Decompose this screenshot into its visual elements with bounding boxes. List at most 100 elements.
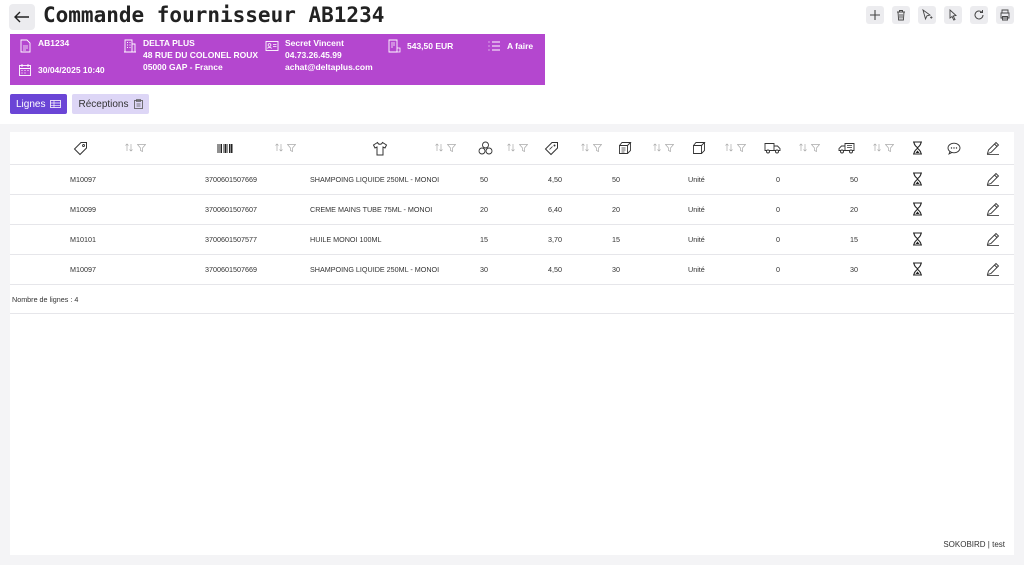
table-header-row	[10, 132, 1014, 165]
cell-unit: Unité	[688, 235, 705, 244]
table-row[interactable]: M10097 3700601507669 SHAMPOING LIQUIDE 250…	[10, 255, 1014, 285]
cell-barcode: 3700601507577	[205, 235, 257, 244]
col-remaining[interactable]	[824, 132, 898, 165]
cell-designation: SHAMPOING LIQUIDE 250ML - MONOI	[310, 175, 440, 184]
order-amount: 543,50 EUR	[407, 41, 454, 51]
sort-icon[interactable]	[581, 143, 589, 152]
col-comment	[936, 132, 972, 165]
cell-quantity: 20	[480, 205, 488, 214]
cell-remaining: 20	[850, 205, 858, 214]
filter-icon[interactable]	[447, 143, 456, 152]
cell-comment	[936, 225, 972, 255]
col-designation[interactable]	[300, 132, 460, 165]
cell-reference: M10099	[70, 205, 96, 214]
sort-icon[interactable]	[507, 143, 515, 152]
sort-filter-controls	[799, 143, 820, 152]
edit-icon[interactable]	[986, 262, 1000, 278]
supplier-city: 05000 GAP - France	[143, 62, 223, 72]
sort-filter-controls	[873, 143, 894, 152]
cell-quantity: 50	[480, 175, 488, 184]
sort-icon[interactable]	[435, 143, 443, 152]
col-reference[interactable]	[10, 132, 150, 165]
order-date: 30/04/2025 10:40	[38, 65, 105, 75]
col-quantity[interactable]	[460, 132, 532, 165]
table-row[interactable]: M10101 3700601507577 HUILE MONOI 100ML 15 3,…	[10, 225, 1014, 255]
supplier-name: DELTA PLUS	[143, 38, 195, 48]
sort-icon[interactable]	[725, 143, 733, 152]
cell-quantity: 30	[480, 265, 488, 274]
cell-unit: Unité	[688, 205, 705, 214]
cell-edit[interactable]	[972, 255, 1014, 285]
edit-icon[interactable]	[986, 202, 1000, 218]
cell-unit: Unité	[688, 175, 705, 184]
add-button[interactable]	[866, 6, 884, 24]
cell-reference: M10097	[70, 265, 96, 274]
col-barcode[interactable]	[150, 132, 300, 165]
calendar-icon	[19, 64, 31, 76]
sort-filter-controls	[125, 143, 146, 152]
cell-received: 0	[776, 265, 780, 274]
tab-lignes-label: Lignes	[16, 98, 46, 110]
select-button[interactable]	[918, 6, 936, 24]
cell-received: 0	[776, 175, 780, 184]
sort-icon[interactable]	[275, 143, 283, 152]
sort-filter-controls	[653, 143, 674, 152]
tab-receptions[interactable]: Réceptions	[72, 94, 149, 114]
pointer-button[interactable]	[944, 6, 962, 24]
col-ordered[interactable]	[606, 132, 678, 165]
sort-icon[interactable]	[125, 143, 133, 152]
sort-icon[interactable]	[873, 143, 881, 152]
hourglass-icon	[912, 171, 923, 188]
cell-barcode: 3700601507607	[205, 205, 257, 214]
truck-icon	[764, 143, 781, 154]
cell-status	[898, 165, 936, 195]
print-button[interactable]	[996, 6, 1014, 24]
status-cell: A faire	[487, 39, 533, 53]
cell-edit[interactable]	[972, 225, 1014, 255]
document-icon	[20, 39, 31, 53]
table-row[interactable]: M10097 3700601507669 SHAMPOING LIQUIDE 250…	[10, 165, 1014, 195]
cell-received: 0	[776, 205, 780, 214]
cell-edit[interactable]	[972, 195, 1014, 225]
shirt-icon	[372, 141, 388, 155]
col-received[interactable]	[750, 132, 824, 165]
filter-icon[interactable]	[737, 143, 746, 152]
filter-icon[interactable]	[137, 143, 146, 152]
sort-icon[interactable]	[799, 143, 807, 152]
col-unit[interactable]	[678, 132, 750, 165]
filter-icon[interactable]	[885, 143, 894, 152]
arrow-left-icon	[14, 11, 29, 23]
refresh-button[interactable]	[970, 6, 988, 24]
delete-button[interactable]	[892, 6, 910, 24]
cell-remaining: 30	[850, 265, 858, 274]
filter-icon[interactable]	[287, 143, 296, 152]
filter-icon[interactable]	[519, 143, 528, 152]
footer-divider	[10, 313, 1014, 314]
cell-status	[898, 255, 936, 285]
sort-icon[interactable]	[653, 143, 661, 152]
refresh-icon	[974, 10, 984, 20]
cell-designation: SHAMPOING LIQUIDE 250ML - MONOI	[310, 265, 440, 274]
cell-edit[interactable]	[972, 165, 1014, 195]
hourglass-icon	[912, 261, 923, 278]
table-icon	[50, 100, 62, 108]
boxes-icon	[478, 141, 493, 155]
sort-filter-controls	[581, 143, 602, 152]
table-row[interactable]: M10099 3700601507607 CREME MAINS TUBE 75ML…	[10, 195, 1014, 225]
order-date-cell: 30/04/2025 10:40	[18, 63, 105, 77]
filter-icon[interactable]	[593, 143, 602, 152]
back-button[interactable]	[9, 4, 35, 30]
cell-received: 0	[776, 235, 780, 244]
pointer-icon	[949, 9, 957, 21]
hourglass-icon	[912, 231, 923, 248]
edit-icon[interactable]	[986, 172, 1000, 188]
edit-icon[interactable]	[986, 232, 1000, 248]
filter-icon[interactable]	[811, 143, 820, 152]
lines-panel: M10097 3700601507669 SHAMPOING LIQUIDE 250…	[10, 132, 1014, 555]
tab-lignes[interactable]: Lignes	[10, 94, 68, 114]
contact-card-icon	[265, 41, 279, 51]
order-lines-table: M10097 3700601507669 SHAMPOING LIQUIDE 250…	[10, 132, 1014, 285]
filter-icon[interactable]	[665, 143, 674, 152]
col-price[interactable]	[532, 132, 606, 165]
cell-reference: M10101	[70, 235, 96, 244]
